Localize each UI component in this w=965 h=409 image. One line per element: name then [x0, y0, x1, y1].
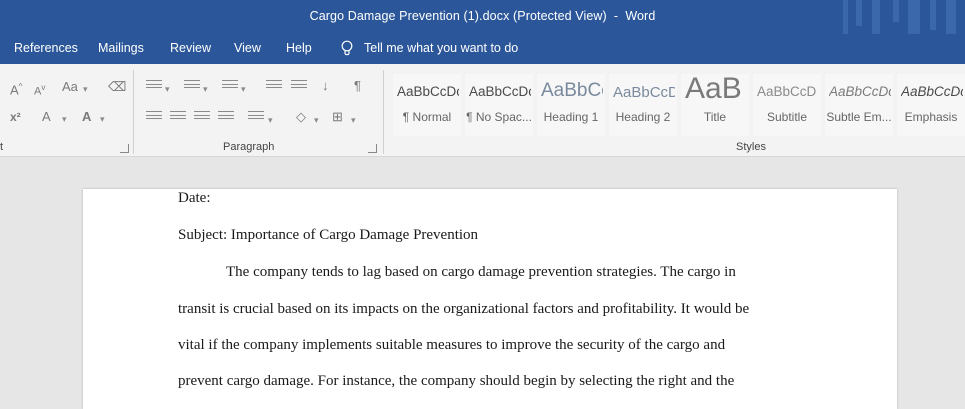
style-name: ¶ No Spac...	[466, 110, 532, 124]
body-text-line: The company tends to lag based on cargo …	[226, 264, 736, 280]
tell-me-label: Tell me what you want to do	[364, 41, 519, 55]
ribbon-tabs: References Mailings Review View Help Tel…	[0, 34, 965, 64]
style-sample: AaBbCcDc	[829, 84, 891, 99]
body-text-line: prevent cargo damage. For instance, the …	[178, 373, 735, 389]
numbering-icon[interactable]	[184, 80, 200, 92]
style-sample: AaBbCcD	[757, 84, 817, 99]
lightbulb-icon	[341, 40, 353, 56]
title-bar-decoration	[872, 0, 880, 34]
date-line: Date:	[178, 190, 211, 206]
tab-view[interactable]: View	[234, 41, 261, 55]
font-group-label: t	[0, 141, 4, 153]
line-spacing-icon[interactable]	[248, 111, 264, 123]
style-emphasis[interactable]: AaBbCcDc Emphasis	[897, 74, 965, 136]
paragraph-dialog-launcher[interactable]	[368, 144, 377, 153]
title-bar-decoration	[930, 0, 936, 30]
grow-font-icon[interactable]: A^	[10, 79, 22, 98]
tab-review[interactable]: Review	[170, 41, 211, 55]
style-sample: AaBbCcDc	[469, 84, 531, 99]
justify-icon[interactable]	[218, 111, 234, 123]
bullets-icon[interactable]	[146, 80, 162, 92]
style-title[interactable]: AaB Title	[681, 72, 749, 136]
text-effects-icon[interactable]: A	[42, 109, 51, 125]
chevron-down-icon[interactable]: ▾	[165, 81, 170, 97]
style-name: ¶ Normal	[402, 110, 452, 124]
chevron-down-icon[interactable]: ▾	[314, 112, 319, 128]
title-bar-decoration	[946, 0, 956, 34]
style-normal[interactable]: AaBbCcDc ¶ Normal	[393, 74, 461, 136]
chevron-down-icon[interactable]: ▾	[83, 81, 88, 97]
font-color-icon[interactable]: A	[82, 109, 91, 125]
chevron-down-icon[interactable]: ▾	[351, 112, 356, 128]
styles-group-label: Styles	[736, 141, 766, 153]
style-heading-1[interactable]: AaBbCc Heading 1	[537, 74, 605, 136]
increase-indent-icon[interactable]	[291, 80, 307, 92]
group-separator	[383, 70, 384, 154]
chevron-down-icon[interactable]: ▾	[62, 111, 67, 127]
chevron-down-icon[interactable]: ▾	[203, 81, 208, 97]
sort-icon[interactable]: ↓	[322, 78, 329, 94]
subject-line: Subject: Importance of Cargo Damage Prev…	[178, 227, 479, 243]
clear-formatting-icon[interactable]: ⌫	[108, 79, 126, 95]
window-title: Cargo Damage Prevention (1).docx (Protec…	[309, 9, 656, 23]
style-heading-2[interactable]: AaBbCcD Heading 2	[609, 74, 677, 136]
tab-references[interactable]: References	[14, 41, 78, 55]
title-bar-decoration	[893, 0, 899, 22]
shrink-font-icon[interactable]: Av	[34, 80, 45, 100]
font-dialog-launcher[interactable]	[120, 144, 129, 153]
style-sample: AaBbCcDc	[397, 84, 459, 99]
style-sample: AaBbCcDc	[901, 84, 963, 99]
tab-help[interactable]: Help	[286, 41, 312, 55]
style-subtle-emphasis[interactable]: AaBbCcDc Subtle Em...	[825, 74, 893, 136]
title-bar: Cargo Damage Prevention (1).docx (Protec…	[0, 0, 965, 34]
decrease-indent-icon[interactable]	[266, 80, 282, 92]
style-sample: AaBbCc	[541, 80, 603, 101]
tell-me-search[interactable]: Tell me what you want to do	[340, 40, 518, 56]
title-bar-decoration	[908, 0, 920, 34]
style-sample: AaB	[685, 72, 742, 105]
superscript-icon[interactable]: x²	[10, 109, 21, 125]
ribbon: A^ Av Aa ▾ ⌫ x² A ▾ A ▾ t ▾ ▾ ▾ ↓ ¶ ▾ ◇ …	[0, 64, 965, 157]
group-separator	[133, 70, 134, 154]
multilevel-list-icon[interactable]	[222, 80, 238, 92]
style-no-spacing[interactable]: AaBbCcDc ¶ No Spac...	[465, 74, 533, 136]
chevron-down-icon[interactable]: ▾	[241, 81, 246, 97]
tab-mailings[interactable]: Mailings	[98, 41, 144, 55]
style-sample: AaBbCcD	[613, 84, 675, 101]
change-case-icon[interactable]: Aa	[62, 79, 78, 95]
chevron-down-icon[interactable]: ▾	[268, 112, 273, 128]
style-subtitle[interactable]: AaBbCcD Subtitle	[753, 74, 821, 136]
pilcrow-icon[interactable]: ¶	[354, 78, 361, 94]
style-name: Heading 2	[615, 110, 671, 124]
align-right-icon[interactable]	[194, 111, 210, 123]
title-bar-decoration	[856, 0, 862, 26]
style-name: Subtle Em...	[826, 110, 892, 124]
paragraph-group-label: Paragraph	[223, 141, 275, 153]
style-name: Emphasis	[904, 110, 958, 124]
style-name: Heading 1	[543, 110, 599, 124]
style-name: Subtitle	[766, 110, 808, 124]
style-name: Title	[703, 110, 727, 124]
align-left-icon[interactable]	[146, 111, 162, 123]
body-text-line: vital if the company implements suitable…	[178, 337, 726, 353]
chevron-down-icon[interactable]: ▾	[100, 111, 105, 127]
shading-icon[interactable]: ◇	[296, 109, 306, 125]
title-bar-decoration	[843, 0, 848, 34]
align-center-icon[interactable]	[170, 111, 186, 123]
borders-icon[interactable]: ⊞	[332, 109, 343, 125]
body-text-line: transit is crucial based on its impacts …	[178, 301, 750, 317]
